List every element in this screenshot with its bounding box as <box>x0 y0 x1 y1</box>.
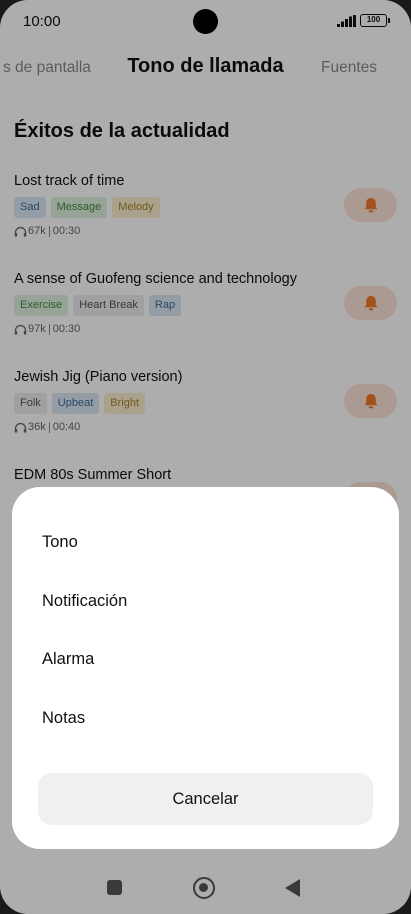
home-icon[interactable] <box>193 877 215 899</box>
navigation-bar <box>0 860 411 914</box>
option-notes[interactable]: Notas <box>42 709 85 728</box>
option-notification[interactable]: Notificación <box>42 592 127 611</box>
option-alarm[interactable]: Alarma <box>42 650 94 669</box>
set-as-sheet: Tono Notificación Alarma Notas Cancelar <box>12 487 399 849</box>
cancel-button[interactable]: Cancelar <box>38 773 373 825</box>
option-ringtone[interactable]: Tono <box>42 533 78 552</box>
recents-icon[interactable] <box>107 880 122 895</box>
back-icon[interactable] <box>285 879 300 897</box>
phone-screen: 10:00 100 s de pantalla Tono de llamada … <box>0 0 411 914</box>
